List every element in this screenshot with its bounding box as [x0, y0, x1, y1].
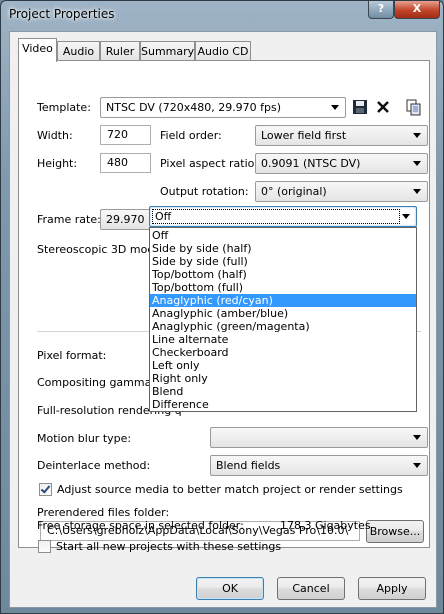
close-button[interactable]: X: [394, 1, 440, 19]
height-label: Height:: [37, 157, 78, 170]
height-input[interactable]: 480: [100, 153, 151, 173]
ok-button[interactable]: OK: [196, 577, 264, 600]
stereo-option-highlighted[interactable]: Anaglyphic (red/cyan): [150, 294, 416, 307]
stereo-options-list: Off Side by side (half) Side by side (fu…: [149, 227, 417, 412]
checkmark-icon: [40, 483, 51, 494]
tab-ruler[interactable]: Ruler: [100, 41, 140, 61]
output-rotation-label: Output rotation:: [160, 185, 249, 198]
adjust-source-label: Adjust source media to better match proj…: [57, 483, 403, 496]
width-input[interactable]: 720: [100, 125, 151, 145]
stereo-option[interactable]: Anaglyphic (green/magenta): [150, 320, 416, 333]
frame-rate-label: Frame rate:: [37, 213, 101, 226]
template-value: NTSC DV (720x480, 29.970 fps): [106, 101, 282, 114]
tab-audio-cd[interactable]: Audio CD: [195, 41, 251, 61]
start-all-checkbox[interactable]: [38, 540, 51, 553]
storage-label: Free storage space in selected folder:: [37, 519, 244, 532]
stereo-option[interactable]: Right only: [150, 372, 416, 385]
stereo-select[interactable]: Off: [149, 206, 417, 227]
tab-audio[interactable]: Audio: [57, 41, 100, 61]
stereo-option[interactable]: Blend: [150, 385, 416, 398]
stereo-option[interactable]: Difference: [150, 398, 416, 411]
pixel-format-label: Pixel format:: [37, 349, 107, 362]
template-select[interactable]: NTSC DV (720x480, 29.970 fps): [100, 97, 346, 118]
save-icon[interactable]: [350, 97, 370, 117]
stereo-value: Off: [152, 209, 400, 224]
pixel-aspect-select[interactable]: 0.9091 (NTSC DV): [255, 153, 428, 174]
stereo-label: Stereoscopic 3D mode:: [37, 243, 165, 256]
deinterlace-label: Deinterlace method:: [37, 459, 151, 472]
help-button[interactable]: ?: [368, 1, 394, 19]
pixel-aspect-value: 0.9091 (NTSC DV): [261, 157, 361, 170]
output-rotation-select[interactable]: 0° (original): [255, 181, 428, 202]
chevron-down-icon: [402, 214, 410, 219]
field-order-select[interactable]: Lower field first: [255, 125, 428, 146]
stereo-option[interactable]: Top/bottom (half): [150, 268, 416, 281]
apply-button[interactable]: Apply: [358, 577, 426, 600]
storage-value: 178.3 Gigabytes: [280, 519, 371, 532]
stereo-option[interactable]: Off: [150, 229, 416, 242]
tab-summary[interactable]: Summary: [140, 41, 195, 61]
stereo-option[interactable]: Left only: [150, 359, 416, 372]
browse-button[interactable]: Browse...: [366, 520, 424, 543]
copy-icon[interactable]: [403, 97, 423, 117]
pixel-aspect-label: Pixel aspect ratio:: [160, 157, 259, 170]
prerendered-label: Prerendered files folder:: [37, 506, 170, 519]
stereo-option[interactable]: Anaglyphic (amber/blue): [150, 307, 416, 320]
window-title: Project Properties: [9, 7, 115, 21]
stereo-option[interactable]: Line alternate: [150, 333, 416, 346]
width-label: Width:: [37, 129, 73, 142]
deinterlace-select[interactable]: Blend fields: [210, 455, 428, 476]
delete-icon[interactable]: [373, 97, 393, 117]
stereo-option[interactable]: Top/bottom (full): [150, 281, 416, 294]
compositing-gamma-label: Compositing gamma:: [37, 376, 156, 389]
stereo-option[interactable]: Side by side (half): [150, 242, 416, 255]
cancel-button[interactable]: Cancel: [277, 577, 345, 600]
output-rotation-value: 0° (original): [261, 185, 327, 198]
motion-blur-select[interactable]: [210, 427, 428, 448]
adjust-source-checkbox[interactable]: [39, 483, 52, 496]
field-order-label: Field order:: [160, 129, 222, 142]
tab-video[interactable]: Video: [18, 38, 57, 62]
start-all-label: Start all new projects with these settin…: [56, 540, 282, 553]
stereo-option[interactable]: Checkerboard: [150, 346, 416, 359]
title-bar[interactable]: Project Properties ? X: [1, 1, 443, 29]
field-order-value: Lower field first: [261, 129, 347, 142]
stereo-option[interactable]: Side by side (full): [150, 255, 416, 268]
motion-blur-label: Motion blur type:: [37, 432, 132, 445]
deinterlace-value: Blend fields: [216, 459, 281, 472]
template-label: Template:: [37, 101, 91, 114]
